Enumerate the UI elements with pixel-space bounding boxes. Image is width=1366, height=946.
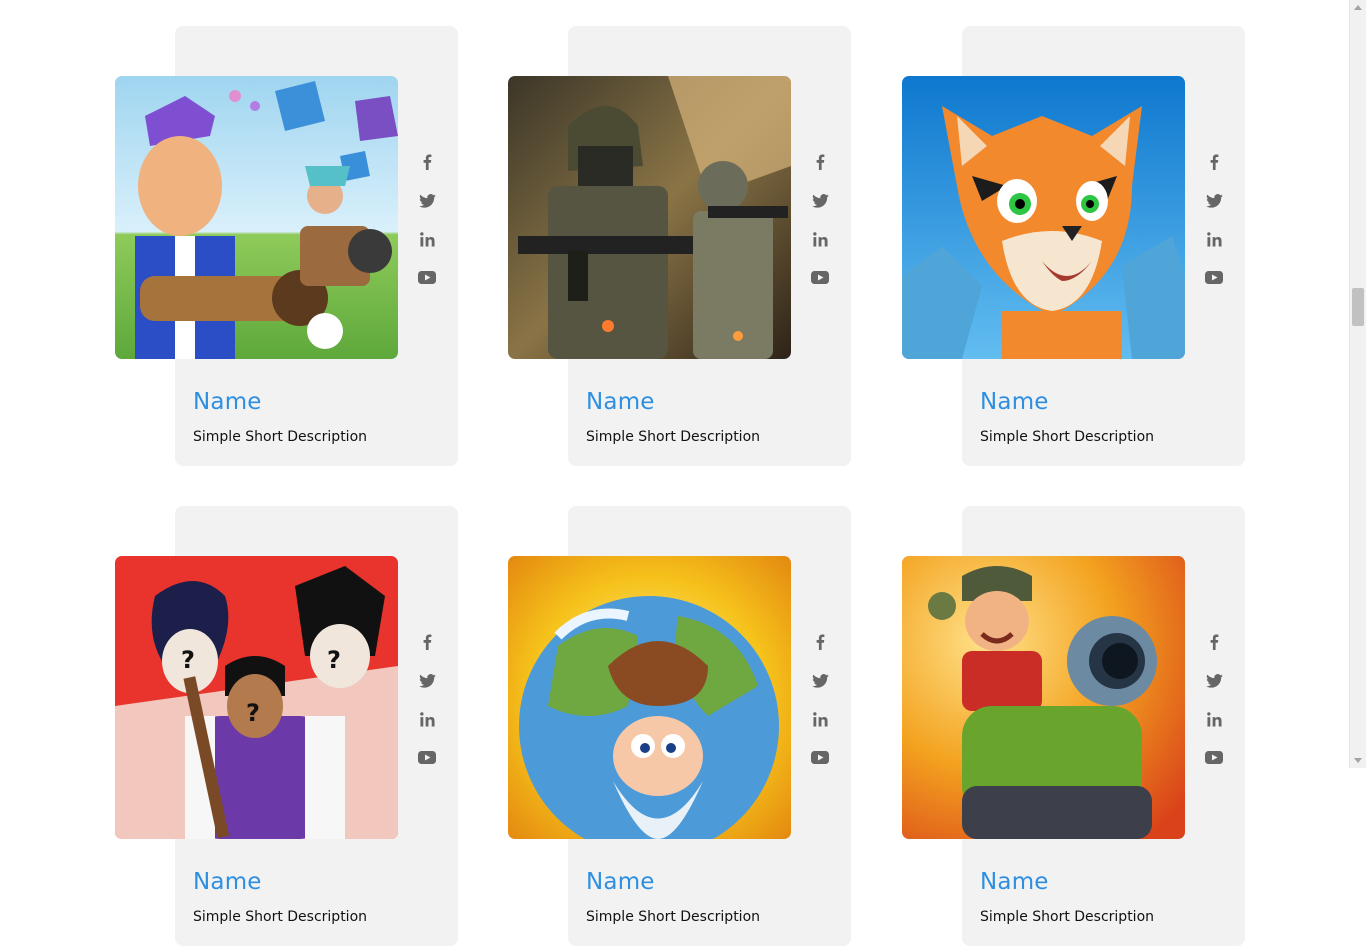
linkedin-icon[interactable] [415, 227, 439, 251]
twitter-icon[interactable] [1202, 669, 1226, 693]
card-description: Simple Short Description [980, 429, 1155, 445]
card-name[interactable]: Name [586, 869, 655, 895]
scrollbar-thumb[interactable] [1352, 288, 1364, 326]
team-card: Name Simple Short Description [508, 26, 851, 466]
card-name[interactable]: Name [980, 869, 1049, 895]
twitter-icon[interactable] [415, 669, 439, 693]
vertical-scrollbar[interactable] [1349, 0, 1366, 768]
card-image[interactable]: ? ? ? [115, 556, 398, 839]
linkedin-icon[interactable] [1202, 707, 1226, 731]
team-card: Name Simple Short Description [508, 506, 851, 946]
social-links [415, 630, 439, 784]
social-links [1202, 630, 1226, 784]
card-image[interactable] [508, 556, 791, 839]
card-description: Simple Short Description [586, 909, 761, 925]
youtube-icon[interactable] [415, 746, 439, 770]
team-card: Name Simple Short Description [115, 26, 458, 466]
card-description: Simple Short Description [980, 909, 1155, 925]
team-card: ? ? ? Name Simple Short Description [115, 506, 458, 946]
youtube-icon[interactable] [808, 746, 832, 770]
linkedin-icon[interactable] [415, 707, 439, 731]
social-links [808, 630, 832, 784]
twitter-icon[interactable] [1202, 189, 1226, 213]
linkedin-icon[interactable] [808, 707, 832, 731]
card-description: Simple Short Description [193, 909, 368, 925]
card-name[interactable]: Name [980, 389, 1049, 415]
card-description: Simple Short Description [586, 429, 761, 445]
youtube-icon[interactable] [1202, 746, 1226, 770]
linkedin-icon[interactable] [1202, 227, 1226, 251]
svg-text:?: ? [327, 646, 341, 674]
social-links [415, 150, 439, 304]
facebook-icon[interactable] [1202, 150, 1226, 174]
scroll-up-arrow-icon[interactable] [1354, 5, 1362, 10]
card-image[interactable] [508, 76, 791, 359]
facebook-icon[interactable] [415, 150, 439, 174]
svg-text:?: ? [181, 646, 195, 674]
facebook-icon[interactable] [808, 630, 832, 654]
card-image[interactable] [902, 76, 1185, 359]
youtube-icon[interactable] [1202, 266, 1226, 290]
scroll-down-arrow-icon[interactable] [1354, 758, 1362, 763]
social-links [808, 150, 832, 304]
facebook-icon[interactable] [415, 630, 439, 654]
twitter-icon[interactable] [808, 189, 832, 213]
youtube-icon[interactable] [415, 266, 439, 290]
linkedin-icon[interactable] [808, 227, 832, 251]
card-image[interactable] [115, 76, 398, 359]
twitter-icon[interactable] [808, 669, 832, 693]
twitter-icon[interactable] [415, 189, 439, 213]
svg-text:?: ? [246, 699, 260, 727]
card-name[interactable]: Name [193, 389, 262, 415]
social-links [1202, 150, 1226, 304]
card-name[interactable]: Name [193, 869, 262, 895]
card-image[interactable] [902, 556, 1185, 839]
facebook-icon[interactable] [808, 150, 832, 174]
card-description: Simple Short Description [193, 429, 368, 445]
team-card: Name Simple Short Description [902, 26, 1245, 466]
card-name[interactable]: Name [586, 389, 655, 415]
team-card: Name Simple Short Description [902, 506, 1245, 946]
youtube-icon[interactable] [808, 266, 832, 290]
facebook-icon[interactable] [1202, 630, 1226, 654]
